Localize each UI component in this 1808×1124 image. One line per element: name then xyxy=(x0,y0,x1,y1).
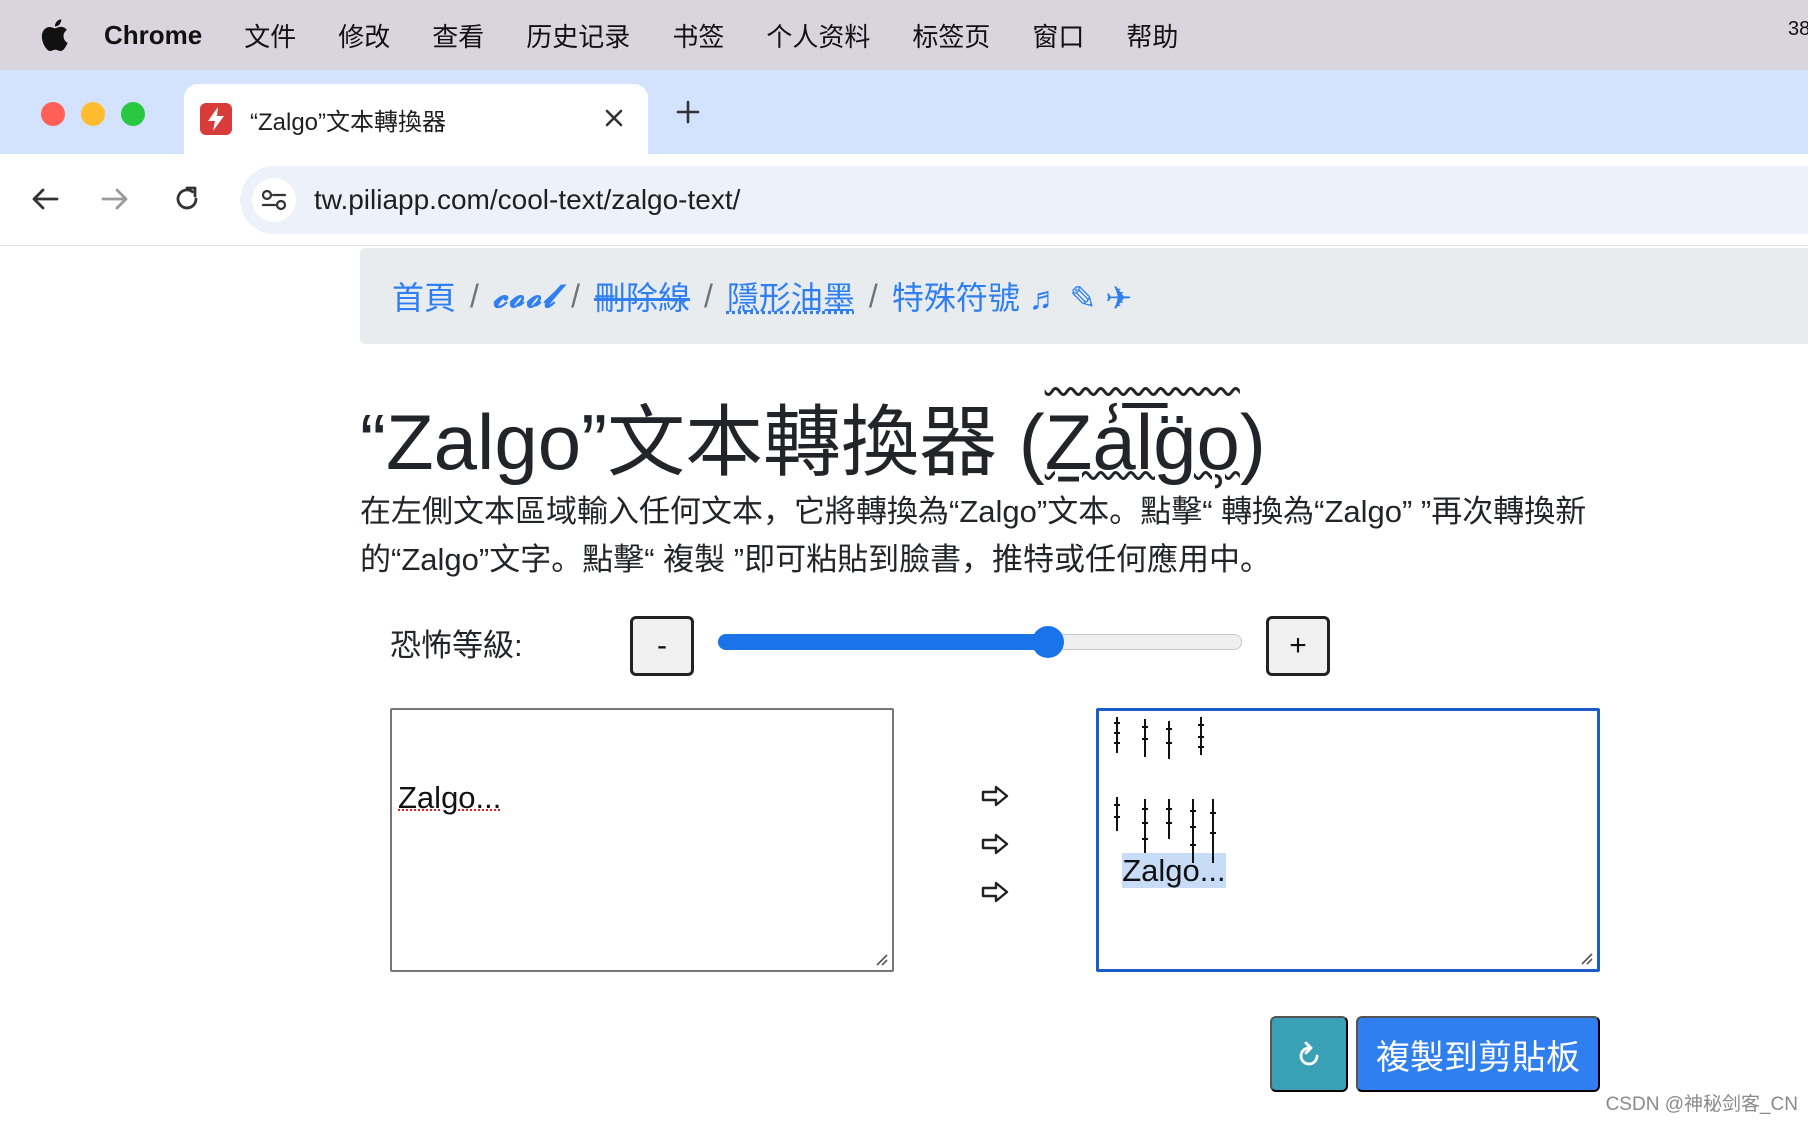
menu-view[interactable]: 查看 xyxy=(432,17,484,54)
copy-to-clipboard-button[interactable]: 複製到剪貼板 xyxy=(1356,1016,1600,1092)
menu-edit[interactable]: 修改 xyxy=(338,17,390,54)
browser-toolbar: tw.piliapp.com/cool-text/zalgo-text/ xyxy=(0,154,1808,246)
output-textarea[interactable]: Zalgo... xyxy=(1096,708,1600,972)
description: 在左側文本區域輸入任何文本，它將轉換為“Zalgo”文本。點擊“ 轉換為“Zal… xyxy=(360,488,1620,584)
slider-thumb[interactable] xyxy=(1032,626,1064,658)
breadcrumb-home[interactable]: 首頁 xyxy=(392,273,456,319)
menu-chrome[interactable]: Chrome xyxy=(104,20,202,51)
menu-tab[interactable]: 标签页 xyxy=(912,17,990,54)
menu-help[interactable]: 帮助 xyxy=(1126,17,1178,54)
breadcrumb: 首頁 / 𝓬𝓸𝓸𝓵 / 刪除線 / 隱形油墨 / 特殊符號 ♬ ✎ ✈ xyxy=(360,248,1808,344)
tab-zalgo[interactable]: “Zalgo”文本轉換器 xyxy=(184,84,648,154)
horror-level-slider[interactable] xyxy=(718,630,1242,654)
zalgo-diacritics-marks xyxy=(1105,713,1223,863)
page-title: “Zalgo”文本轉換器 (Ẕa̾l̅g̈o̹) xyxy=(360,380,1266,492)
window-close-button[interactable] xyxy=(41,102,65,126)
apple-logo-icon[interactable] xyxy=(40,18,70,52)
back-arrow-icon[interactable] xyxy=(22,176,68,222)
breadcrumb-invisible-ink[interactable]: 隱形油墨 xyxy=(727,273,855,319)
tab-title: “Zalgo”文本轉換器 xyxy=(250,102,446,137)
arrow-right-icon xyxy=(978,782,1012,810)
regenerate-button[interactable] xyxy=(1270,1016,1348,1092)
menu-profiles[interactable]: 个人资料 xyxy=(766,17,870,54)
lightning-favicon-icon xyxy=(200,103,232,135)
input-textarea[interactable]: Zalgo... xyxy=(390,708,894,972)
resize-handle-icon[interactable] xyxy=(1577,949,1593,965)
tab-strip: “Zalgo”文本轉換器 xyxy=(0,70,1808,154)
macos-menu-bar: Chrome 文件 修改 查看 历史记录 书签 个人资料 标签页 窗口 帮助 3… xyxy=(0,0,1808,70)
resize-handle-icon[interactable] xyxy=(872,950,888,966)
site-settings-icon[interactable] xyxy=(252,178,296,222)
page-title-text: “Zalgo”文本轉換器 ( xyxy=(360,398,1045,486)
breadcrumb-cool-text[interactable]: 𝓬𝓸𝓸𝓵 xyxy=(493,277,557,316)
reload-icon[interactable] xyxy=(164,176,210,222)
address-bar[interactable]: tw.piliapp.com/cool-text/zalgo-text/ xyxy=(240,166,1808,234)
breadcrumb-special-symbols[interactable]: 特殊符號 ♬ ✎ ✈ xyxy=(892,273,1132,319)
increase-level-button[interactable]: + xyxy=(1266,616,1330,676)
breadcrumb-separator: / xyxy=(571,278,580,315)
page-title-close: ) xyxy=(1240,398,1266,486)
menu-file[interactable]: 文件 xyxy=(244,17,296,54)
breadcrumb-strikethrough[interactable]: 刪除線 xyxy=(594,273,690,319)
close-icon[interactable] xyxy=(600,104,628,132)
breadcrumb-separator: / xyxy=(470,278,479,315)
url-text: tw.piliapp.com/cool-text/zalgo-text/ xyxy=(314,184,740,216)
watermark: CSDN @神秘剑客_CN xyxy=(1606,1089,1798,1116)
horror-level-label: 恐怖等級: xyxy=(390,620,523,665)
breadcrumb-separator: / xyxy=(869,278,878,315)
menu-bookmarks[interactable]: 书签 xyxy=(672,17,724,54)
window-zoom-button[interactable] xyxy=(121,102,145,126)
breadcrumb-separator: / xyxy=(704,278,713,315)
page-title-zalgo: Ẕa̾l̅g̈o̹ xyxy=(1045,398,1240,486)
refresh-icon xyxy=(1295,1039,1323,1069)
convert-arrows xyxy=(978,782,1012,902)
menubar-status-text: 38 xyxy=(1788,18,1808,41)
input-text: Zalgo... xyxy=(398,780,501,815)
arrow-right-icon xyxy=(978,830,1012,858)
slider-fill xyxy=(718,634,1048,650)
decrease-level-button[interactable]: - xyxy=(630,616,694,676)
menu-history[interactable]: 历史记录 xyxy=(526,17,630,54)
menu-window[interactable]: 窗口 xyxy=(1032,17,1084,54)
window-minimize-button[interactable] xyxy=(81,102,105,126)
arrow-right-icon xyxy=(978,878,1012,906)
new-tab-plus-icon[interactable] xyxy=(672,96,704,128)
forward-arrow-icon[interactable] xyxy=(92,176,138,222)
